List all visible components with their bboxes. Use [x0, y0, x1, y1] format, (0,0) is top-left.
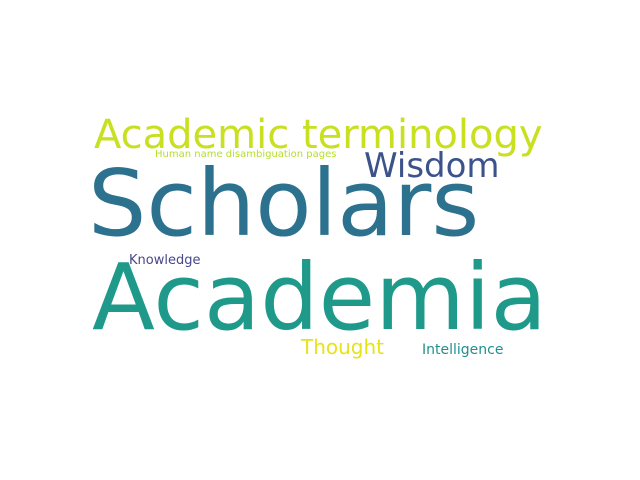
word-thought: Thought — [301, 335, 385, 359]
word-knowledge: Knowledge — [129, 253, 201, 268]
word-cloud: Scholars Academia Academic terminology W… — [0, 0, 640, 480]
word-intelligence: Intelligence — [422, 342, 504, 358]
word-wisdom: Wisdom — [364, 146, 500, 186]
word-human-name-disambiguation-pages: Human name disambiguation pages — [155, 149, 337, 160]
